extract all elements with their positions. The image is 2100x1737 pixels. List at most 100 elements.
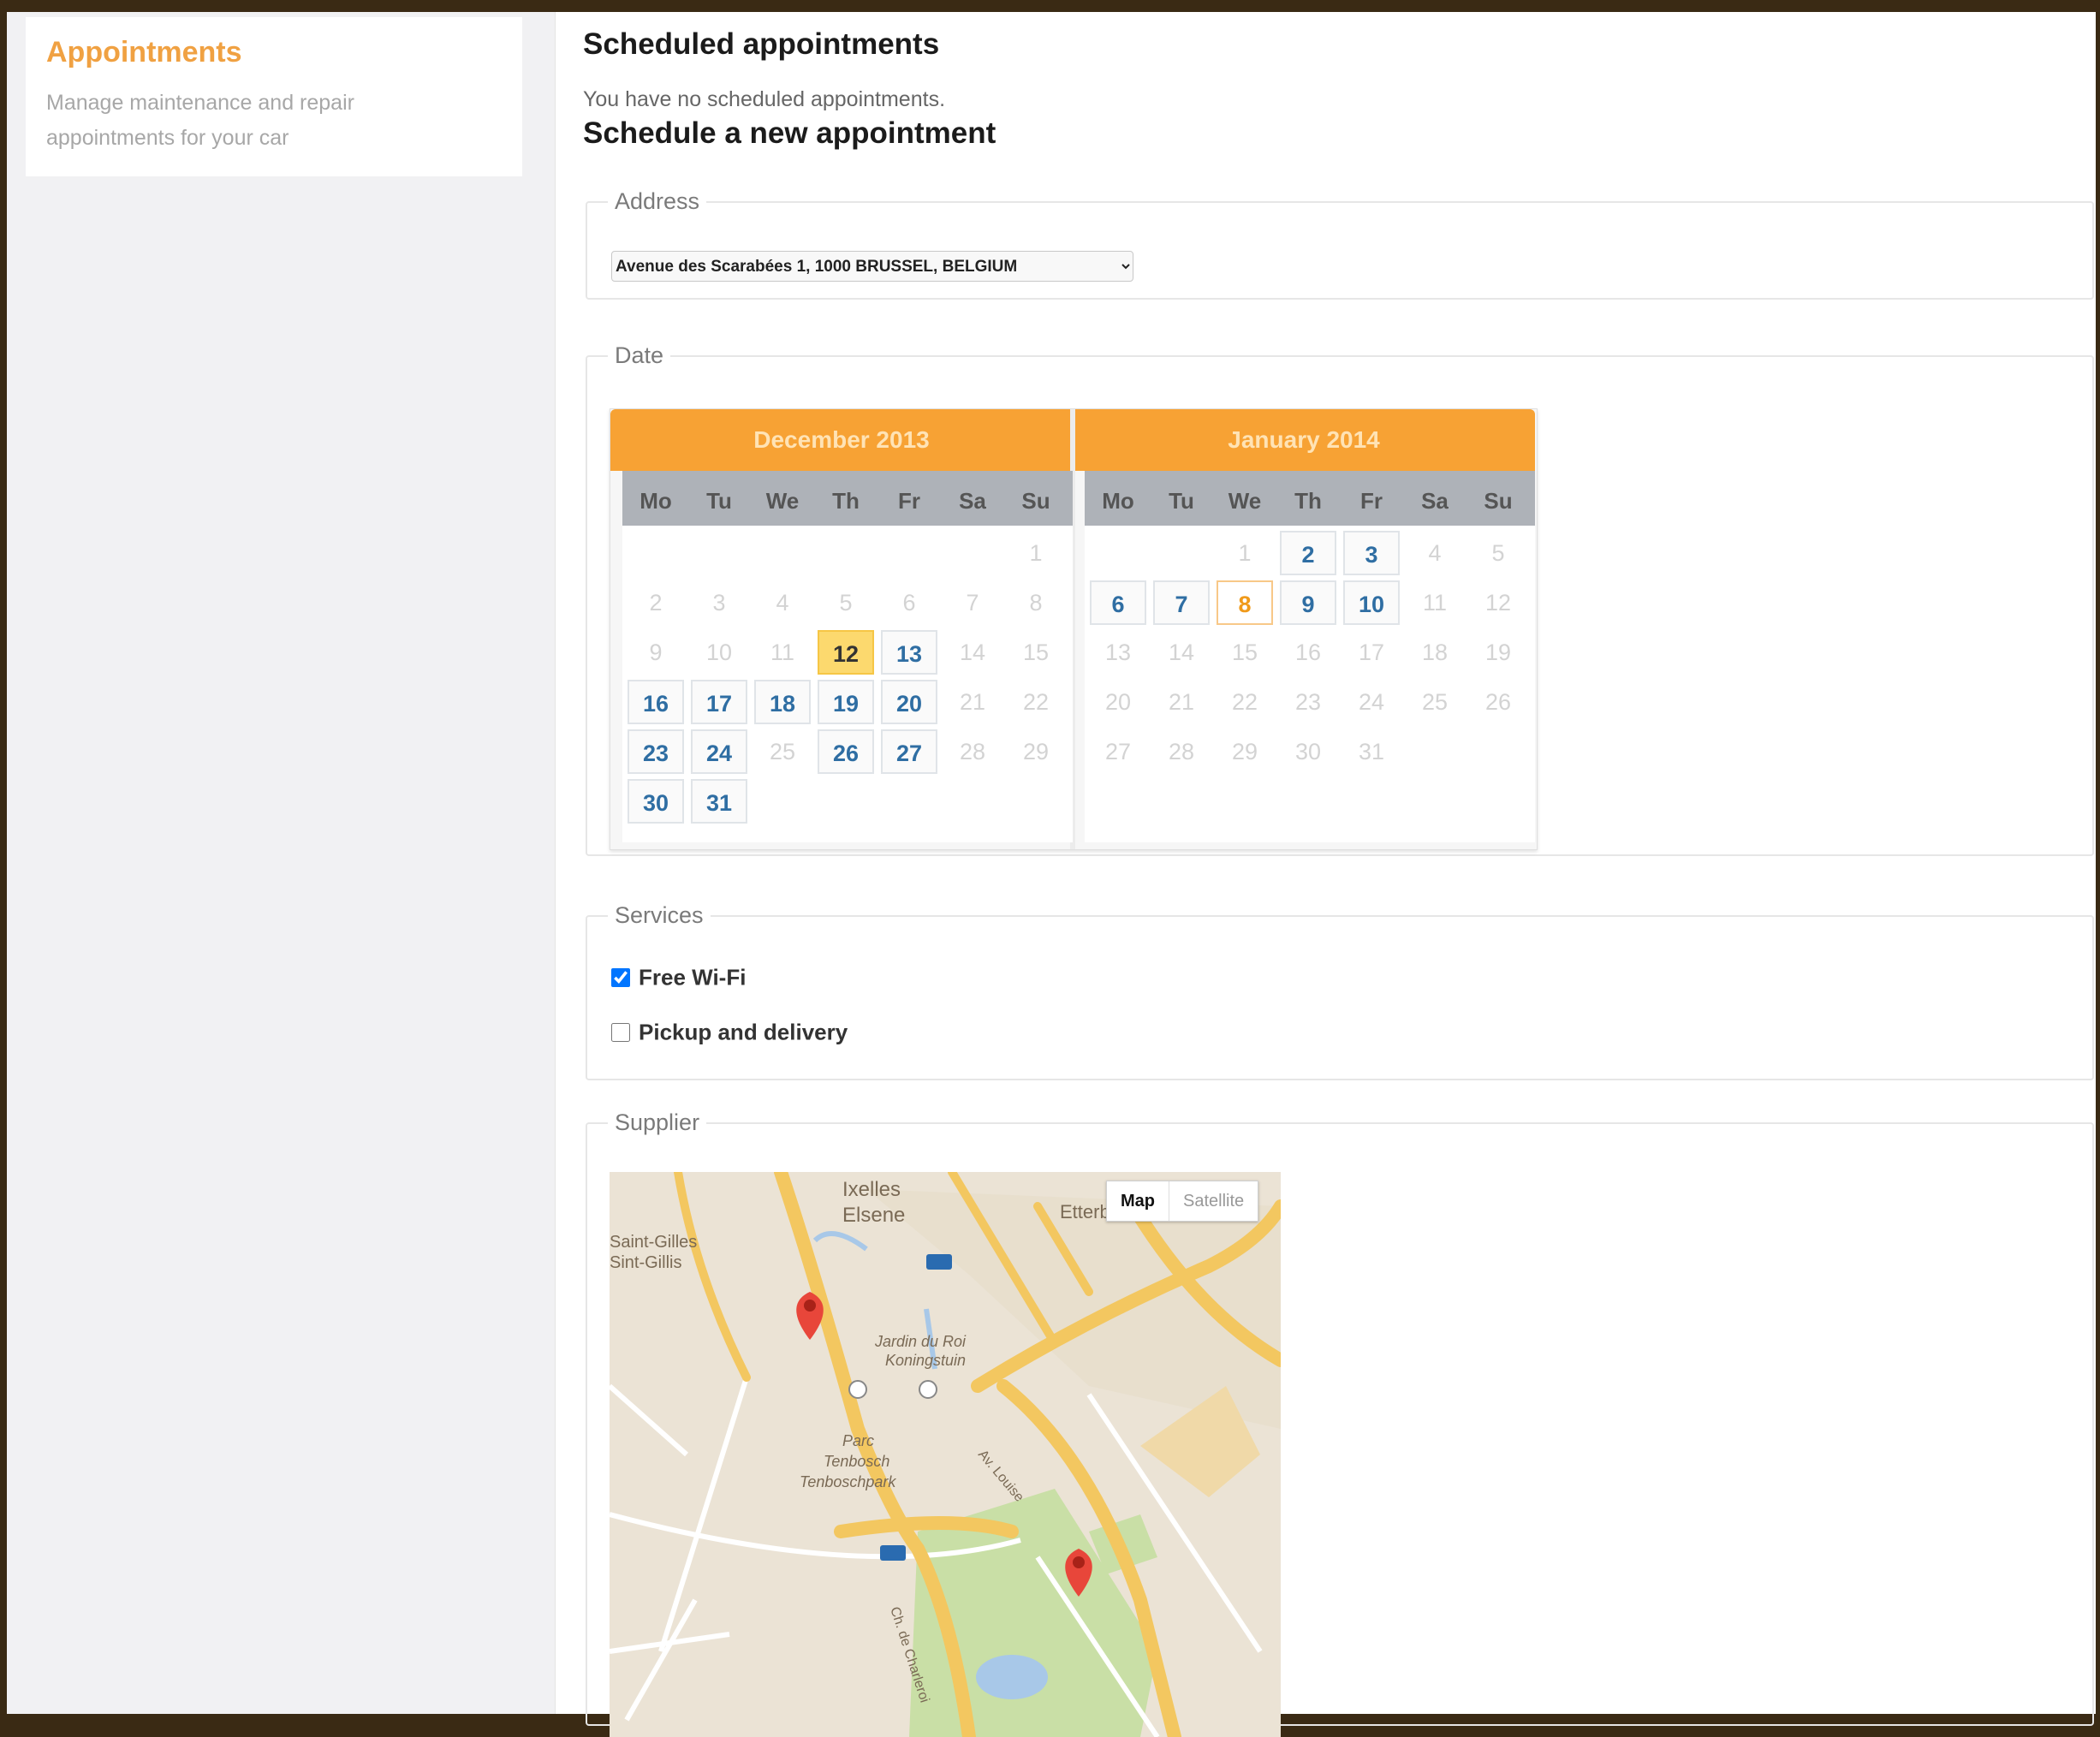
address-legend: Address bbox=[615, 188, 700, 214]
calendar-day[interactable]: 9 bbox=[1280, 580, 1336, 625]
map-label-district: Saint-Gilles bbox=[610, 1233, 697, 1252]
calendar-day-disabled: 22 bbox=[1022, 689, 1050, 715]
calendar-day-disabled: 12 bbox=[1484, 590, 1512, 616]
calendar-day[interactable]: 19 bbox=[818, 680, 874, 724]
new-appointment-heading: Schedule a new appointment bbox=[583, 116, 996, 150]
supplier-map[interactable]: Ixelles Elsene Saint-Gilles Sint-Gillis … bbox=[610, 1172, 1281, 1737]
calendar-day[interactable]: 17 bbox=[691, 680, 747, 724]
calendar-day[interactable]: 3 bbox=[1343, 531, 1400, 575]
calendar-day-disabled: 13 bbox=[1104, 639, 1132, 665]
calendar-day-disabled: 27 bbox=[1104, 739, 1132, 764]
map-label-district: Ixelles bbox=[842, 1178, 901, 1201]
calendar-day[interactable]: 7 bbox=[1153, 580, 1210, 625]
no-appointments-message: You have no scheduled appointments. bbox=[583, 87, 946, 111]
supplier-fieldset: Supplier Ixelles Elsene Saint-Gilles Sin… bbox=[586, 1109, 2094, 1737]
calendar-day[interactable]: 20 bbox=[881, 680, 937, 724]
map-button[interactable]: Map bbox=[1107, 1181, 1169, 1221]
sidebar-item-appointments[interactable]: Appointments Manage maintenance and repa… bbox=[26, 17, 522, 176]
calendar-day-disabled: 14 bbox=[1168, 639, 1195, 665]
supplier-legend: Supplier bbox=[615, 1109, 700, 1135]
address-fieldset: Address Avenue des Scarabées 1, 1000 BRU… bbox=[586, 188, 2094, 300]
calendar-day-selected[interactable]: 8 bbox=[1217, 580, 1273, 625]
free-wifi-checkbox[interactable] bbox=[611, 968, 630, 988]
weekday-label: Sa bbox=[959, 488, 986, 514]
calendar-month-title: January 2014 bbox=[1228, 426, 1380, 453]
map-label-district: Sint-Gillis bbox=[610, 1253, 681, 1272]
service-pickup-delivery[interactable]: Pickup and delivery bbox=[611, 1018, 848, 1046]
calendar-day-disabled: 1 bbox=[1029, 540, 1043, 566]
calendar-day-disabled: 23 bbox=[1294, 689, 1322, 715]
sidebar-title: Appointments bbox=[46, 36, 242, 68]
calendar-day-disabled: 21 bbox=[959, 689, 986, 715]
calendar-day-disabled: 29 bbox=[1231, 739, 1258, 764]
weekday-label: Su bbox=[1484, 488, 1513, 514]
calendar-day-disabled: 11 bbox=[1422, 590, 1448, 616]
sidebar-description: Manage maintenance and repair appointmen… bbox=[46, 91, 354, 150]
weekday-label: Su bbox=[1021, 488, 1050, 514]
weekday-label: Mo bbox=[640, 488, 672, 514]
calendar-day[interactable]: 18 bbox=[754, 680, 811, 724]
weekday-label: Fr bbox=[1360, 488, 1383, 514]
weekday-label: We bbox=[765, 488, 800, 514]
calendar-day-disabled: 28 bbox=[1168, 739, 1195, 764]
calendar-day-disabled: 6 bbox=[902, 590, 916, 616]
weekday-label: Tu bbox=[706, 488, 732, 514]
map-label-garden: Koningstuin bbox=[885, 1352, 966, 1369]
date-fieldset: Date December 2013 January 2014 Mo Tu We Th… bbox=[586, 342, 2094, 856]
services-fieldset: Services Free Wi-Fi Pickup and delivery bbox=[586, 902, 2094, 1080]
calendar-grid-january: 1 2 3 4 5 6 7 8 9 10 11 12 13 14 15 16 17 18 19 20 21 22 23 24 2… bbox=[1085, 526, 1535, 842]
calendar-day[interactable]: 6 bbox=[1090, 580, 1146, 625]
calendar-day[interactable]: 27 bbox=[881, 729, 937, 774]
calendar-day-disabled: 30 bbox=[1294, 739, 1322, 764]
calendar-day-disabled: 31 bbox=[1358, 739, 1385, 764]
map-label-garden: Jardin du Roi bbox=[874, 1333, 967, 1350]
calendar-day-disabled: 1 bbox=[1238, 540, 1252, 566]
calendar-day-disabled: 10 bbox=[705, 639, 733, 665]
satellite-button[interactable]: Satellite bbox=[1169, 1181, 1258, 1221]
calendar-day-disabled: 11 bbox=[770, 639, 795, 665]
calendar-day-disabled: 15 bbox=[1231, 639, 1258, 665]
calendar-day-disabled: 25 bbox=[769, 739, 796, 764]
calendar-day-disabled: 20 bbox=[1104, 689, 1132, 715]
calendar-day-disabled: 19 bbox=[1484, 639, 1512, 665]
calendar-day[interactable]: 13 bbox=[881, 630, 937, 675]
weekday-header: Mo Tu We Th Fr Sa Su bbox=[1085, 471, 1535, 526]
page: Appointments Manage maintenance and repa… bbox=[7, 12, 2096, 1737]
calendar-month-title: December 2013 bbox=[753, 426, 930, 453]
map-label-district: Elsene bbox=[842, 1204, 905, 1227]
calendar-day-disabled: 21 bbox=[1168, 689, 1195, 715]
calendar-day[interactable]: 31 bbox=[691, 779, 747, 824]
calendar-day[interactable]: 10 bbox=[1343, 580, 1400, 625]
map-label-park: Tenbosch bbox=[824, 1453, 889, 1470]
calendar-day-disabled: 22 bbox=[1231, 689, 1258, 715]
calendar-day[interactable]: 23 bbox=[628, 729, 684, 774]
calendar-day-disabled: 18 bbox=[1421, 639, 1449, 665]
calendar-day[interactable]: 2 bbox=[1280, 531, 1336, 575]
calendar-day[interactable]: 30 bbox=[628, 779, 684, 824]
calendar-day-disabled: 25 bbox=[1421, 689, 1449, 715]
calendar-day-disabled: 15 bbox=[1022, 639, 1050, 665]
weekday-label: Fr bbox=[898, 488, 920, 514]
calendar-day-disabled: 7 bbox=[966, 590, 979, 616]
map-canvas[interactable]: Ixelles Elsene Saint-Gilles Sint-Gillis … bbox=[610, 1172, 1281, 1737]
address-select[interactable]: Avenue des Scarabées 1, 1000 BRUSSEL, BE… bbox=[611, 251, 1133, 282]
service-free-wifi[interactable]: Free Wi-Fi bbox=[611, 963, 746, 991]
free-wifi-label: Free Wi-Fi bbox=[639, 964, 747, 990]
calendar-day-disabled: 16 bbox=[1294, 639, 1322, 665]
calendar-day[interactable]: 24 bbox=[691, 729, 747, 774]
calendar-day-disabled: 2 bbox=[649, 590, 663, 616]
calendar-day-disabled: 17 bbox=[1358, 639, 1385, 665]
services-legend: Services bbox=[615, 902, 704, 928]
map-label-park: Parc bbox=[842, 1432, 874, 1449]
weekday-label: Th bbox=[832, 488, 860, 514]
pickup-delivery-checkbox[interactable] bbox=[611, 1023, 630, 1043]
weekday-label: Mo bbox=[1102, 488, 1134, 514]
calendar-day-disabled: 24 bbox=[1358, 689, 1385, 715]
calendar-day-today[interactable]: 12 bbox=[818, 630, 874, 675]
calendar-day[interactable]: 16 bbox=[628, 680, 684, 724]
map-label-park: Tenboschpark bbox=[800, 1473, 896, 1490]
calendar-day[interactable]: 26 bbox=[818, 729, 874, 774]
calendar-day-disabled: 28 bbox=[959, 739, 986, 764]
calendar-day-disabled: 8 bbox=[1029, 590, 1043, 616]
pickup-delivery-label: Pickup and delivery bbox=[639, 1019, 848, 1045]
